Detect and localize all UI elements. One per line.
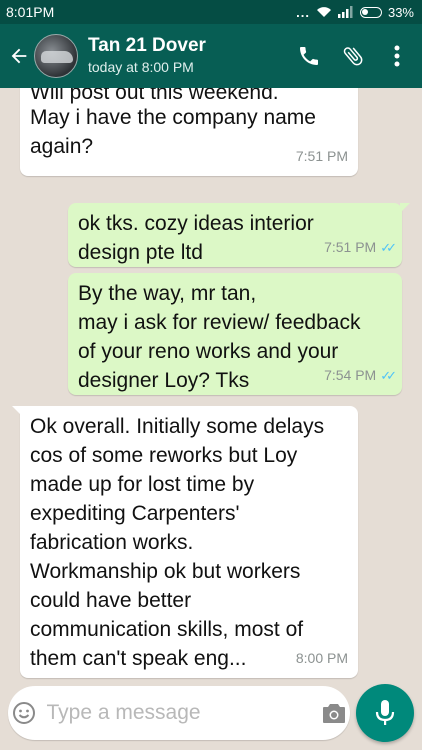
chat-header: Tan 21 Dover today at 8:00 PM — [0, 24, 422, 88]
message-time: 7:54 PM ✓✓ — [324, 361, 397, 390]
phone-icon[interactable] — [294, 38, 324, 74]
status-icons: ... 33% — [296, 5, 414, 20]
message-text: may i ask for review/ feedback — [78, 311, 361, 334]
signal-icon — [337, 6, 353, 18]
message-text: could have better — [30, 589, 192, 612]
message-time: 7:51 PM ✓✓ — [324, 233, 397, 262]
contact-info[interactable]: Tan 21 Dover today at 8:00 PM — [88, 35, 294, 77]
message-bubble-outgoing[interactable]: ok tks. cozy ideas interior design pte l… — [68, 203, 410, 267]
message-bubble-incoming[interactable]: Ok overall. Initially some delays cos of… — [12, 406, 358, 678]
message-bubble-outgoing[interactable]: By the way, mr tan, may i ask for review… — [68, 273, 402, 395]
message-input[interactable] — [46, 701, 318, 725]
message-time: 7:51 PM — [295, 148, 348, 164]
mic-icon — [375, 700, 395, 725]
message-text: Workmanship ok but workers — [30, 560, 301, 583]
read-ticks-icon: ✓✓ — [380, 368, 397, 383]
status-time: 8:01PM — [6, 4, 55, 20]
message-text: By the way, mr tan, — [78, 282, 257, 305]
back-arrow-icon[interactable] — [4, 36, 34, 76]
header-actions — [294, 38, 412, 74]
message-composer — [8, 686, 350, 740]
attach-icon[interactable] — [338, 38, 368, 74]
emoji-icon[interactable] — [8, 686, 41, 740]
message-text: cos of some reworks but Loy — [30, 444, 298, 467]
message-text: expediting Carpenters' — [30, 502, 240, 525]
status-bar: 8:01PM ... 33% — [0, 0, 422, 24]
avatar[interactable] — [34, 34, 78, 78]
contact-name: Tan 21 Dover — [88, 35, 206, 56]
battery-percent: 33% — [387, 4, 414, 20]
message-text: May i have the company name — [30, 106, 316, 129]
read-ticks-icon: ✓✓ — [380, 240, 397, 255]
message-bubble-incoming[interactable]: Will post out this weekend. May i have t… — [20, 88, 358, 176]
battery-icon — [359, 6, 382, 18]
camera-icon[interactable] — [318, 686, 351, 740]
last-seen: today at 8:00 PM — [88, 59, 194, 75]
message-text: made up for lost time by — [30, 473, 255, 496]
message-text: fabrication works. — [30, 531, 194, 554]
chat-history[interactable]: Will post out this weekend. May i have t… — [0, 88, 422, 680]
wifi-icon — [316, 7, 331, 17]
more-vert-icon[interactable] — [382, 38, 412, 74]
mic-button[interactable] — [356, 684, 414, 742]
notification-dots: ... — [296, 4, 310, 20]
message-text: Ok overall. Initially some delays — [30, 415, 325, 438]
message-text: communication skills, most of — [30, 618, 304, 641]
message-time: 8:00 PM — [295, 650, 348, 666]
